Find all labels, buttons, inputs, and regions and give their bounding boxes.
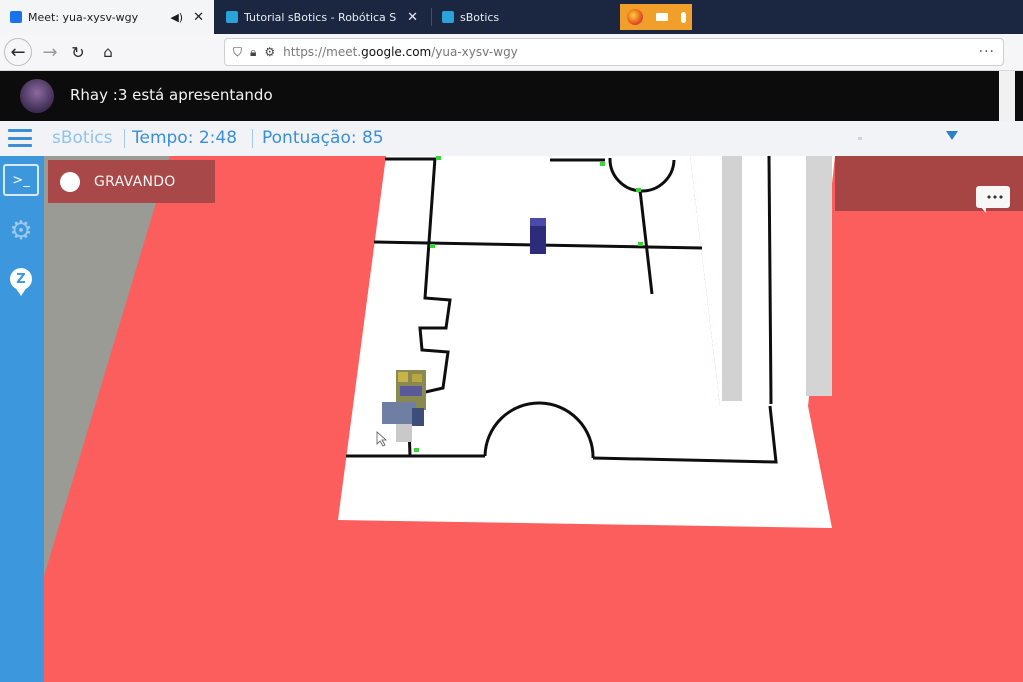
time-label: Tempo: 2:48 bbox=[132, 128, 238, 148]
forward-arrow-icon[interactable]: → bbox=[36, 38, 64, 66]
simulation-viewport[interactable] bbox=[0, 156, 1023, 682]
page-actions-button[interactable]: ··· bbox=[979, 44, 995, 60]
presenter-banner: Rhay :3 está apresentando bbox=[0, 71, 1023, 121]
scrollbar[interactable] bbox=[999, 71, 1015, 121]
url-text[interactable]: https://meet.google.com/yua-xysv-wgy bbox=[283, 45, 518, 59]
tab-label: sBotics bbox=[460, 10, 500, 24]
sharing-indicator[interactable] bbox=[620, 4, 692, 30]
browser-tab-strip: Meet: yua-xysv-wgy ◀) ✕ Tutorial sBotics… bbox=[0, 0, 1023, 34]
arena-render bbox=[0, 156, 1023, 682]
tab-label: Meet: yua-xysv-wgy bbox=[28, 10, 139, 24]
badge-letter: Z bbox=[10, 268, 32, 296]
microphone-icon bbox=[680, 11, 686, 23]
back-arrow-icon[interactable]: ← bbox=[4, 38, 32, 66]
tab-meet[interactable]: Meet: yua-xysv-wgy ◀) ✕ bbox=[0, 0, 214, 34]
home-icon[interactable]: ⌂ bbox=[94, 38, 122, 66]
firefox-icon bbox=[626, 9, 643, 25]
recording-indicator[interactable]: GRAVANDO bbox=[48, 160, 215, 203]
reload-icon[interactable]: ↻ bbox=[64, 38, 92, 66]
brand-label: sBotics bbox=[52, 128, 113, 148]
close-tab-icon[interactable]: ✕ bbox=[193, 10, 204, 25]
record-dot-icon bbox=[60, 171, 80, 192]
terminal-icon[interactable]: >_ bbox=[3, 164, 39, 196]
score-label: Pontuação: 85 bbox=[262, 128, 384, 148]
tab-tutorial[interactable]: Tutorial sBotics - Robótica Sim ✕ bbox=[216, 0, 428, 34]
address-bar[interactable]: ⛉ 🔒︎ ⚙ https://meet.google.com/yua-xysv-… bbox=[224, 38, 1004, 206]
tab-label: Tutorial sBotics - Robótica Sim bbox=[244, 10, 398, 24]
shield-icon[interactable]: ⛉ bbox=[233, 45, 242, 60]
close-tab-icon[interactable]: ✕ bbox=[407, 10, 418, 25]
badge-icon[interactable]: Z bbox=[4, 262, 38, 296]
chat-icon[interactable] bbox=[976, 186, 1012, 213]
pillar-right bbox=[806, 156, 832, 396]
browser-navbar: ← → ↻ ⌂ ⛉ 🔒︎ ⚙ https://meet.google.com/y… bbox=[0, 34, 1023, 206]
tab-sbotics[interactable]: sBotics bbox=[432, 0, 612, 34]
presenter-text: Rhay :3 está apresentando bbox=[70, 86, 273, 104]
lock-icon[interactable]: 🔒︎ bbox=[250, 45, 256, 60]
meet-favicon-icon bbox=[10, 11, 22, 23]
pillar-left bbox=[722, 156, 742, 401]
camera-icon bbox=[655, 13, 668, 21]
permissions-icon[interactable]: ⚙ bbox=[264, 45, 275, 59]
speaker-icon[interactable]: ◀) bbox=[170, 11, 183, 24]
sbotics-header: sBotics Tempo: 2:48 Pontuação: 85 bbox=[0, 121, 1023, 157]
divider bbox=[124, 129, 125, 148]
avatar bbox=[20, 79, 54, 113]
dropdown-caret-icon[interactable] bbox=[946, 131, 958, 140]
sbotics-favicon-icon bbox=[226, 11, 238, 23]
divider bbox=[252, 129, 253, 148]
menu-icon[interactable] bbox=[8, 129, 32, 147]
sbotics-sidebar: >_ ⚙ Z bbox=[0, 156, 44, 682]
header-dot bbox=[858, 137, 862, 140]
recording-label: GRAVANDO bbox=[94, 173, 176, 190]
sbotics-favicon-icon bbox=[442, 11, 454, 23]
gear-icon[interactable]: ⚙ bbox=[4, 214, 38, 248]
